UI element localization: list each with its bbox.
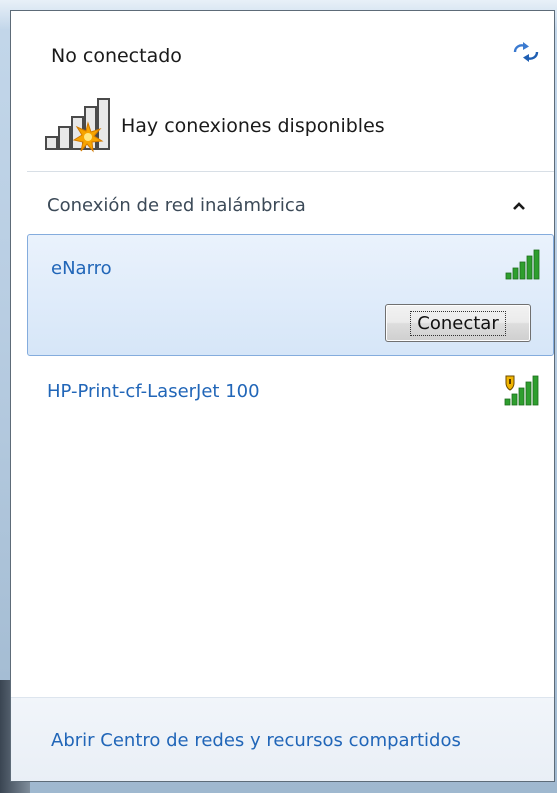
secured-signal-strength-icon <box>504 375 539 406</box>
header-divider <box>27 171 554 172</box>
flyout-footer: Abrir Centro de redes y recursos compart… <box>11 697 554 781</box>
connect-button[interactable]: Conectar <box>385 304 531 342</box>
open-network-center-link[interactable]: Abrir Centro de redes y recursos compart… <box>51 730 461 751</box>
signal-strength-icon <box>505 249 540 280</box>
connection-status-title: No conectado <box>51 45 182 67</box>
refresh-arrows-icon[interactable] <box>511 41 541 63</box>
chevron-up-icon[interactable] <box>512 201 526 211</box>
connections-available-text: Hay conexiones disponibles <box>121 115 385 137</box>
network-name: HP-Print-cf-LaserJet 100 <box>47 381 260 402</box>
network-flyout-panel: No conectado Hay conexiones disponibles … <box>10 10 555 782</box>
network-name: eNarro <box>51 258 112 279</box>
wireless-section-header[interactable]: Conexión de red inalámbrica <box>11 181 554 233</box>
signal-bars-star-icon <box>45 98 110 153</box>
wireless-section-label: Conexión de red inalámbrica <box>47 195 306 216</box>
network-item-enarro[interactable]: eNarro Conectar <box>27 234 554 356</box>
connect-button-label: Conectar <box>410 310 506 336</box>
network-item-hp-print[interactable]: HP-Print-cf-LaserJet 100 <box>27 361 554 421</box>
